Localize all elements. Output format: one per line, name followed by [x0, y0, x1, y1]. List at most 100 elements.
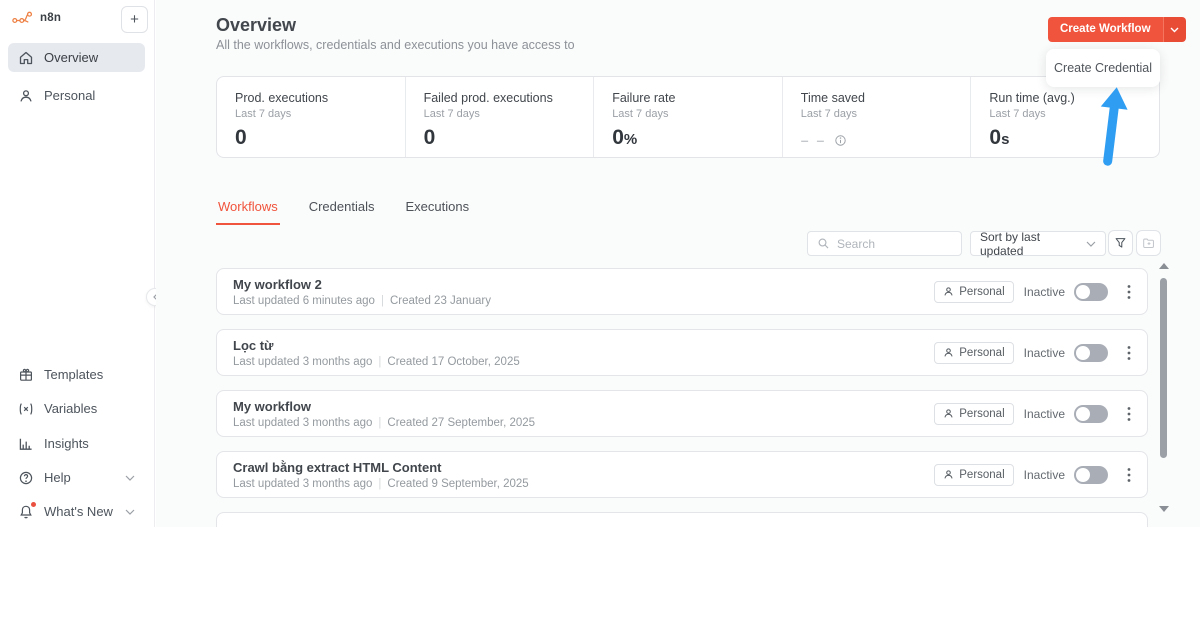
sidebar-item-whats-new[interactable]: What's New [8, 497, 145, 526]
stat-value: 0% [612, 126, 764, 150]
owner-label: Personal [959, 347, 1004, 359]
toggle-knob [1076, 346, 1090, 360]
app-window: n8n + Overview Personal Templates Variab… [0, 0, 1200, 630]
status-label: Inactive [1024, 468, 1065, 482]
help-icon [18, 470, 34, 486]
workflow-actions: Personal Inactive [934, 464, 1131, 486]
workflow-meta: Last updated 3 months ago|Created 9 Sept… [233, 478, 529, 490]
active-toggle[interactable] [1074, 344, 1108, 362]
insights-icon [18, 436, 34, 452]
kebab-icon [1127, 284, 1131, 300]
active-toggle[interactable] [1074, 405, 1108, 423]
workflow-meta: Last updated 3 months ago|Created 17 Oct… [233, 356, 520, 368]
create-workflow-caret-button[interactable] [1163, 17, 1186, 42]
page-title: Overview [216, 15, 296, 36]
scrollbar-down-arrow[interactable] [1159, 506, 1169, 512]
sidebar-item-label: Insights [44, 436, 89, 451]
owner-label: Personal [959, 286, 1004, 298]
sidebar-item-overview[interactable]: Overview [8, 43, 145, 72]
workflow-menu-button[interactable] [1127, 284, 1131, 300]
chevron-down-icon [1170, 27, 1179, 33]
sidebar-item-insights[interactable]: Insights [8, 429, 145, 458]
status-label: Inactive [1024, 285, 1065, 299]
workflow-card[interactable]: My workflow 2 Last updated 6 minutes ago… [216, 268, 1148, 315]
scrollbar-up-arrow[interactable] [1159, 263, 1169, 269]
notification-dot [31, 502, 36, 507]
bell-icon [18, 504, 34, 520]
brand-name: n8n [40, 12, 61, 24]
add-workflow-button[interactable]: + [121, 6, 148, 33]
sidebar-item-label: Templates [44, 367, 103, 382]
tab-workflows[interactable]: Workflows [216, 197, 280, 225]
workflow-card[interactable]: Lọc từ Last updated 3 months ago|Created… [216, 329, 1148, 376]
workflow-menu-button[interactable] [1127, 345, 1131, 361]
sidebar-item-help[interactable]: Help [8, 463, 145, 492]
stat-prod-executions: Prod. executions Last 7 days 0 [217, 77, 405, 157]
workflow-menu-button[interactable] [1127, 406, 1131, 422]
workflow-name: Crawl bằng extract HTML Content [233, 460, 529, 475]
status-label: Inactive [1024, 346, 1065, 360]
stat-period: Last 7 days [424, 108, 576, 120]
kebab-icon [1127, 467, 1131, 483]
user-icon [943, 408, 954, 419]
workflow-info: Crawl bằng extract HTML Content Last upd… [233, 460, 529, 490]
toggle-knob [1076, 407, 1090, 421]
workflow-card-partial[interactable] [216, 512, 1148, 527]
stat-failed-prod-executions: Failed prod. executions Last 7 days 0 [405, 77, 594, 157]
main-content: Overview All the workflows, credentials … [156, 0, 1200, 527]
owner-badge: Personal [934, 281, 1013, 303]
workflow-actions: Personal Inactive [934, 403, 1131, 425]
kebab-icon [1127, 345, 1131, 361]
search-input[interactable] [837, 237, 937, 251]
create-workflow-split-button: Create Workflow [1048, 17, 1186, 42]
stat-value: 0 [424, 126, 576, 150]
resource-tabs: Workflows Credentials Executions [216, 197, 471, 225]
active-toggle[interactable] [1074, 466, 1108, 484]
stat-time-saved: Time saved Last 7 days – – [782, 77, 971, 157]
sidebar-item-variables[interactable]: Variables [8, 394, 145, 423]
sidebar-item-label: Help [44, 470, 71, 485]
active-toggle[interactable] [1074, 283, 1108, 301]
page-subtitle: All the workflows, credentials and execu… [216, 38, 575, 52]
info-icon[interactable] [834, 134, 847, 147]
workflow-name: My workflow 2 [233, 277, 491, 292]
workflow-menu-button[interactable] [1127, 467, 1131, 483]
tab-executions[interactable]: Executions [403, 197, 471, 225]
scrollbar-thumb[interactable] [1160, 278, 1167, 458]
user-icon [18, 88, 34, 104]
filter-button[interactable] [1108, 230, 1133, 256]
stat-value: 0 [235, 126, 387, 150]
folder-plus-icon [1142, 237, 1156, 249]
n8n-logo: n8n [12, 10, 61, 26]
sidebar-item-label: Variables [44, 401, 97, 416]
variables-icon [18, 401, 34, 417]
annotation-arrow-up [1090, 84, 1134, 168]
workflow-name: Lọc từ [233, 338, 520, 353]
search-box [807, 231, 962, 256]
stat-period: Last 7 days [612, 108, 764, 120]
stat-period: Last 7 days [235, 108, 387, 120]
n8n-logo-icon [12, 10, 34, 26]
sidebar-item-templates[interactable]: Templates [8, 360, 145, 389]
sidebar-item-personal[interactable]: Personal [8, 81, 145, 110]
sidebar-item-label: Overview [44, 50, 98, 65]
workflow-card[interactable]: Crawl bằng extract HTML Content Last upd… [216, 451, 1148, 498]
workflow-card[interactable]: My workflow Last updated 3 months ago|Cr… [216, 390, 1148, 437]
owner-badge: Personal [934, 342, 1013, 364]
create-workflow-button[interactable]: Create Workflow [1048, 17, 1163, 42]
stat-title: Failed prod. executions [424, 91, 576, 105]
create-credential-menu-item[interactable]: Create Credential [1054, 61, 1152, 75]
add-folder-button[interactable] [1136, 230, 1161, 256]
owner-label: Personal [959, 469, 1004, 481]
workflow-info: My workflow 2 Last updated 6 minutes ago… [233, 277, 491, 307]
sidebar-item-label: Personal [44, 88, 95, 103]
sidebar-item-label: What's New [44, 504, 113, 519]
sort-dropdown[interactable]: Sort by last updated [970, 231, 1106, 256]
workflow-name: My workflow [233, 399, 535, 414]
stat-period: Last 7 days [801, 108, 953, 120]
chevron-down-icon [125, 475, 135, 481]
stats-panel: Prod. executions Last 7 days 0 Failed pr… [216, 76, 1160, 158]
stat-title: Time saved [801, 91, 953, 105]
workflow-info: Lọc từ Last updated 3 months ago|Created… [233, 338, 520, 368]
tab-credentials[interactable]: Credentials [307, 197, 377, 225]
